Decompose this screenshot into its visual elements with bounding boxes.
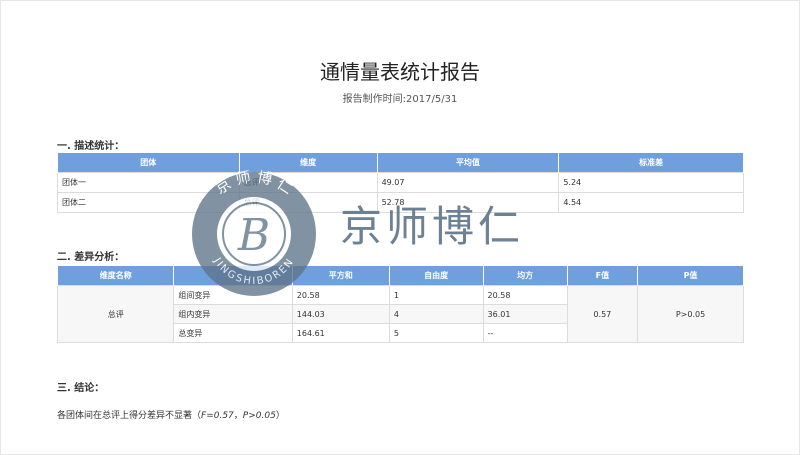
table-cell: 组间变异 <box>173 285 293 305</box>
table-cell: 20.58 <box>291 285 390 305</box>
column-header: 均方 <box>482 265 568 286</box>
anova-table: 维度名称 平方和 自由度 均方 F值 P值 总评 组间变异 20.58 1 20… <box>56 265 744 343</box>
table-cell: 20.58 <box>482 285 568 305</box>
section-heading-conclusion: 三. 结论： <box>57 383 105 394</box>
table-cell: 5 <box>388 323 484 343</box>
conclusion-p-value: P>0.05 <box>242 411 276 421</box>
column-header: 平方和 <box>291 265 390 286</box>
f-value-cell: 0.57 <box>566 285 639 343</box>
column-header: P值 <box>637 265 744 286</box>
conclusion-separator: ， <box>233 411 243 421</box>
section-heading-anova: 二. 差异分析： <box>57 252 125 263</box>
report-title: 通情量表统计报告 <box>320 60 480 84</box>
table-cell: 团体二 <box>57 192 240 213</box>
conclusion-f-value: F=0.57 <box>201 411 234 421</box>
p-value-cell: P>0.05 <box>637 285 744 343</box>
conclusion-prefix: 各团体间在总评上得分差异不显著（ <box>57 411 202 421</box>
section-heading-descriptive: 一. 描述统计： <box>57 141 125 152</box>
table-cell: 组内变异 <box>173 304 293 324</box>
table-cell: 4 <box>388 304 484 324</box>
table-cell: 总变异 <box>173 323 293 343</box>
column-header: 维度 <box>238 152 378 173</box>
conclusion-suffix: ） <box>275 411 285 421</box>
table-cell: 36.01 <box>482 304 568 324</box>
table-header-row: 维度名称 平方和 自由度 均方 F值 P值 <box>56 265 744 286</box>
table-cell: 总评 <box>238 172 378 193</box>
report-date: 报告制作时间:2017/5/31 <box>342 94 458 105</box>
table-cell: 1 <box>388 285 484 305</box>
column-header <box>173 265 293 286</box>
table-cell: 164.61 <box>291 323 390 343</box>
table-row: 团体一 总评 49.07 5.24 <box>57 172 744 193</box>
table-cell: 144.03 <box>291 304 390 324</box>
dimension-cell: 总评 <box>56 285 175 343</box>
column-header: 团体 <box>57 152 240 173</box>
column-header: 标准差 <box>558 152 744 173</box>
table-cell: 5.24 <box>558 172 744 193</box>
column-header: 维度名称 <box>56 265 175 286</box>
table-cell: -- <box>482 323 568 343</box>
watermark-brand-text: 京师博仁 <box>340 202 525 251</box>
column-header: F值 <box>566 265 639 286</box>
table-cell: 团体一 <box>57 172 240 193</box>
table-header-row: 团体 维度 平均值 标准差 <box>57 152 744 173</box>
column-header: 自由度 <box>388 265 484 286</box>
table-cell: 4.54 <box>558 192 744 213</box>
table-row: 总评 组间变异 20.58 1 20.58 0.57 P>0.05 <box>56 285 744 343</box>
table-cell: 49.07 <box>376 172 560 193</box>
conclusion-text: 各团体间在总评上得分差异不显著（F=0.57，P>0.05） <box>57 408 285 421</box>
column-header: 平均值 <box>376 152 560 173</box>
